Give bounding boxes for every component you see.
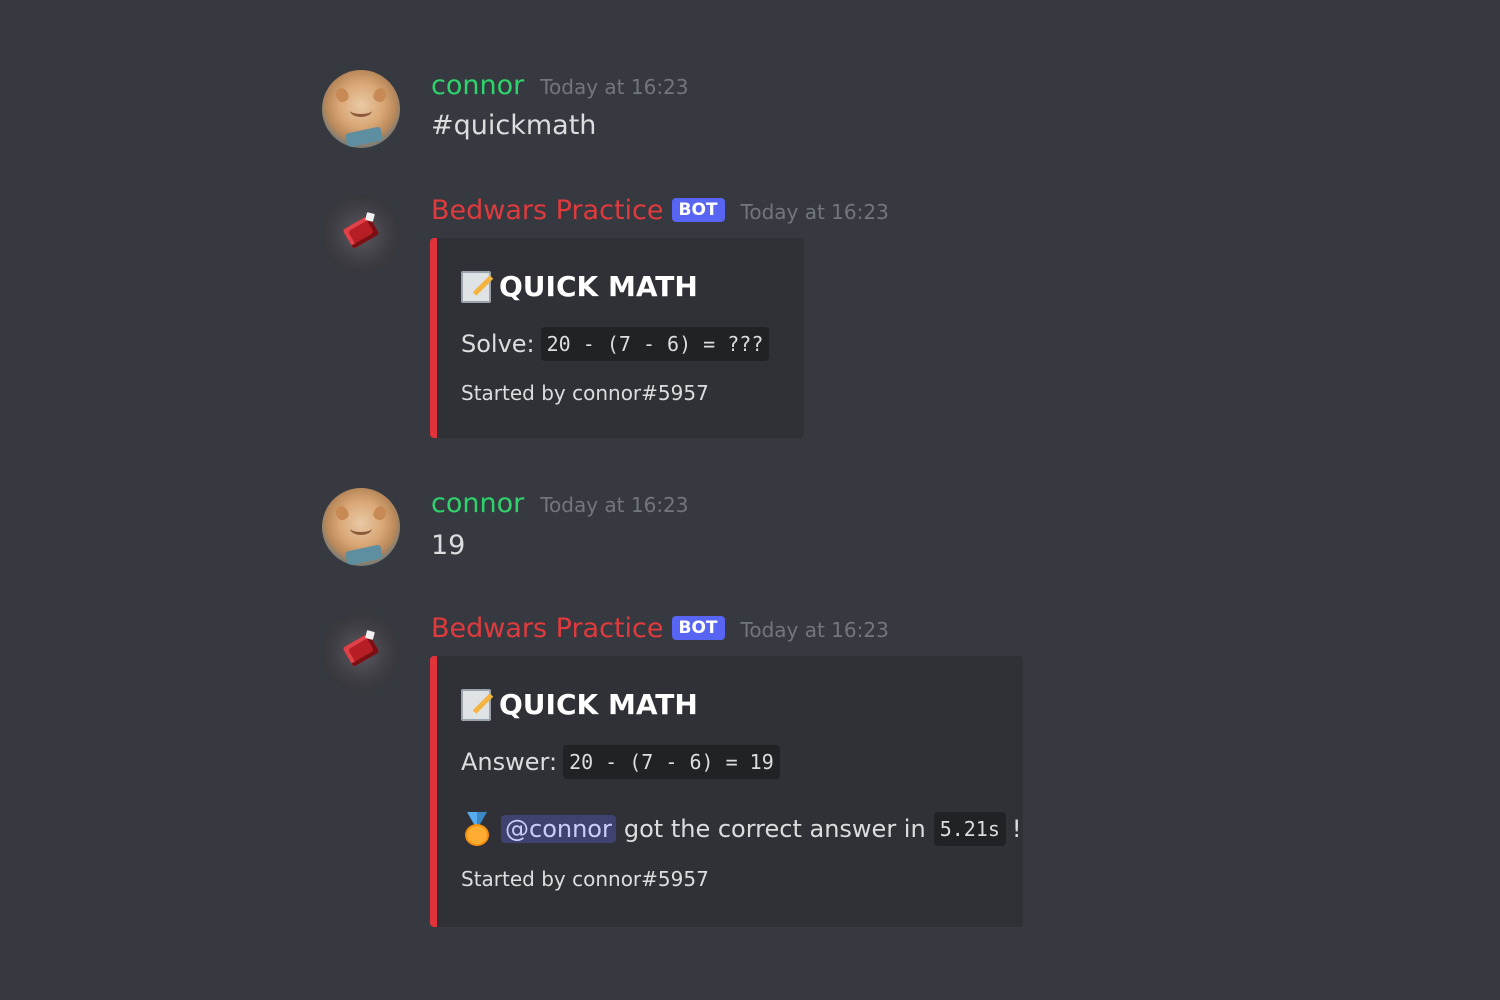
memo-icon <box>461 270 491 303</box>
memo-icon <box>461 688 491 721</box>
solve-label: Solve: <box>461 330 535 358</box>
avatar[interactable] <box>322 613 400 691</box>
timestamp: Today at 16:23 <box>740 200 889 224</box>
timestamp: Today at 16:23 <box>540 75 689 99</box>
embed-title: QUICK MATH <box>461 270 698 303</box>
embed-answer: Answer: 20 - (7 - 6) = 19 <box>461 745 780 779</box>
answer-time: 5.21s <box>933 812 1006 846</box>
message-content: #quickmath <box>431 110 597 141</box>
bot-badge: BOT <box>671 616 725 640</box>
math-expression: 20 - (7 - 6) = 19 <box>563 745 780 779</box>
username[interactable]: connor <box>431 70 524 101</box>
result-suffix: ! <box>1011 815 1022 843</box>
embed: QUICK MATH Answer: 20 - (7 - 6) = 19 @co… <box>430 656 1023 927</box>
user-mention[interactable]: @connor <box>501 815 616 843</box>
message-content: 19 <box>431 530 466 561</box>
avatar[interactable] <box>322 488 400 566</box>
embed-result: @connor got the correct answer in 5.21s … <box>461 812 1022 846</box>
username[interactable]: Bedwars Practice <box>431 613 664 644</box>
avatar[interactable] <box>322 195 400 273</box>
embed-footer: Started by connor#5957 <box>461 381 709 405</box>
answer-label: Answer: <box>461 748 558 776</box>
timestamp: Today at 16:23 <box>740 618 889 642</box>
first-place-medal-icon <box>461 812 493 846</box>
username[interactable]: connor <box>431 488 524 519</box>
timestamp: Today at 16:23 <box>540 493 689 517</box>
embed-title: QUICK MATH <box>461 688 698 721</box>
embed-footer: Started by connor#5957 <box>461 867 709 891</box>
username[interactable]: Bedwars Practice <box>431 195 664 226</box>
embed: QUICK MATH Solve: 20 - (7 - 6) = ??? Sta… <box>430 238 804 438</box>
avatar[interactable] <box>322 70 400 148</box>
math-expression: 20 - (7 - 6) = ??? <box>540 327 770 361</box>
result-text: got the correct answer in <box>623 815 926 843</box>
bot-badge: BOT <box>671 198 725 222</box>
embed-question: Solve: 20 - (7 - 6) = ??? <box>461 327 770 361</box>
